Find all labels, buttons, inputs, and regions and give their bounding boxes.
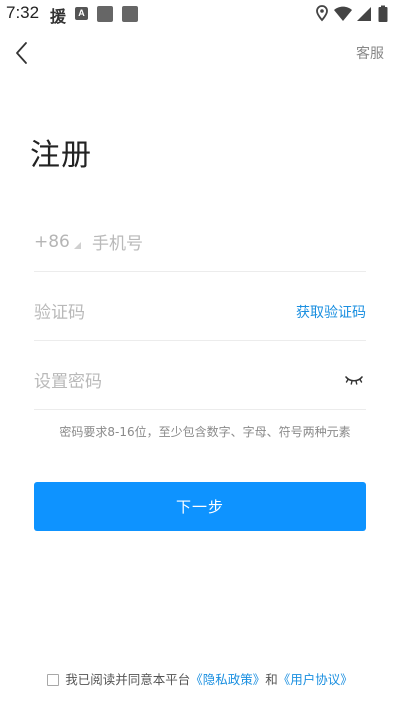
a-badge-icon: A: [75, 7, 88, 20]
verification-code-row: 获取验证码: [34, 291, 366, 341]
signal-icon: [357, 7, 371, 21]
battery-icon: [378, 5, 388, 22]
password-input[interactable]: [34, 367, 324, 397]
agreement-checkbox[interactable]: [47, 674, 60, 686]
next-step-button[interactable]: 下一步: [34, 482, 366, 531]
wifi-icon: [334, 6, 352, 21]
notification-square-icon: [97, 6, 113, 22]
status-bar: 7:32 援 A: [0, 0, 400, 28]
top-bar: 客服: [0, 38, 400, 68]
user-agreement-link[interactable]: 《用户协议》: [278, 672, 353, 687]
verification-code-input[interactable]: [34, 298, 274, 328]
chevron-left-icon: [16, 42, 27, 64]
status-time: 7:32: [6, 3, 40, 22]
agreement-prefix: 我已阅读并同意本平台: [65, 672, 191, 687]
get-code-button[interactable]: 获取验证码: [296, 302, 366, 322]
customer-service-link[interactable]: 客服: [356, 43, 384, 63]
password-row: [34, 360, 366, 410]
status-app-glyph: 援: [50, 7, 67, 26]
country-code-selector[interactable]: +86: [34, 232, 70, 252]
agreement-conjunction: 和: [265, 672, 278, 687]
phone-field-row: +86: [34, 222, 366, 272]
status-icons: [316, 5, 392, 23]
back-button[interactable]: [10, 38, 36, 68]
eye-closed-icon[interactable]: [344, 373, 364, 387]
privacy-policy-link[interactable]: 《隐私政策》: [190, 672, 265, 687]
page-title: 注册: [30, 138, 92, 173]
notification-square-icon-2: [122, 6, 138, 22]
phone-input[interactable]: [92, 229, 352, 259]
agreement-row: 我已阅读并同意本平台《隐私政策》和《用户协议》: [0, 669, 400, 687]
location-icon: [316, 5, 328, 22]
password-hint: 密码要求8-16位，至少包含数字、字母、符号两种元素: [59, 425, 351, 439]
dropdown-triangle-icon[interactable]: [74, 242, 81, 249]
